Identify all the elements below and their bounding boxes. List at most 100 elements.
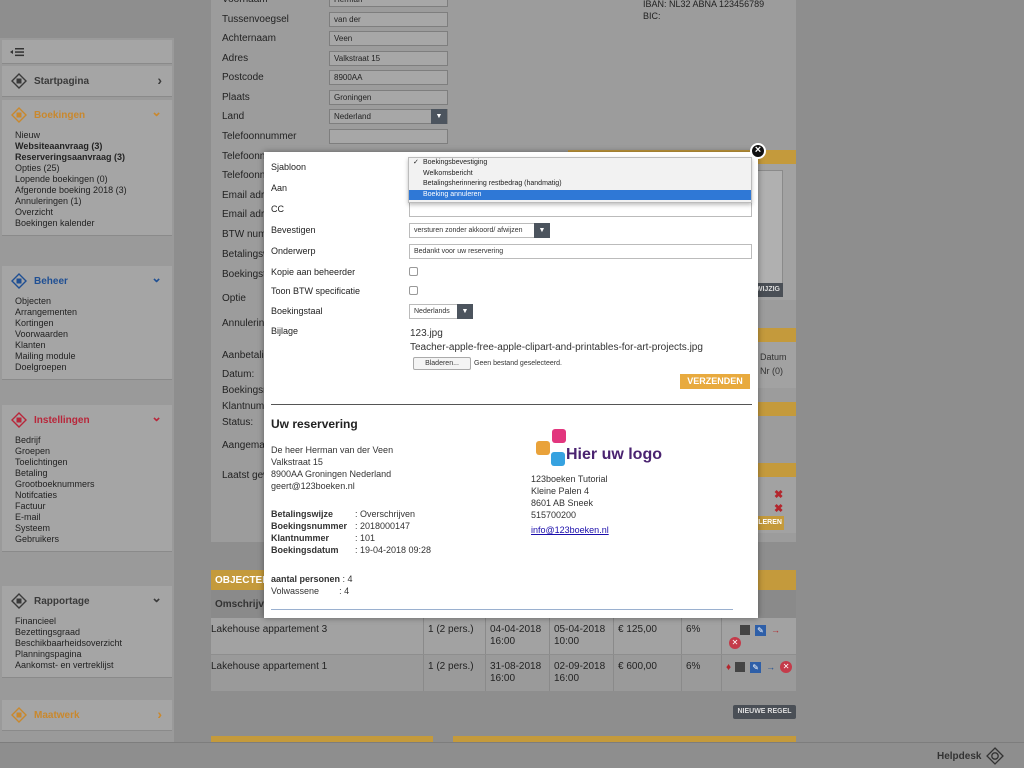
- kopie-checkbox[interactable]: [409, 267, 418, 276]
- sidebar-item[interactable]: Afgeronde boeking 2018 (3): [15, 185, 172, 196]
- table-row[interactable]: Lakehouse appartement 1 1 (2 pers.) 31-08-…: [211, 655, 796, 691]
- form-input[interactable]: 8900AA: [329, 70, 448, 85]
- onderwerp-input[interactable]: Bedankt voor uw reservering: [409, 244, 752, 259]
- arrow-right-icon[interactable]: →: [766, 662, 775, 672]
- copy-icon[interactable]: [740, 625, 750, 636]
- form-input[interactable]: Veen: [329, 31, 448, 46]
- table-cell-text: 1 (2 pers.): [428, 661, 474, 672]
- bevestigen-select[interactable]: versturen zonder akkoord/ afwijzen ▼: [409, 223, 550, 238]
- sidebar-item[interactable]: Opties (25): [15, 163, 172, 174]
- send-button[interactable]: VERZENDEN: [680, 374, 750, 389]
- sjabloon-dropdown[interactable]: ✓ Boekingsbevestiging Welkomsbericht Betali…: [408, 157, 752, 203]
- form-input[interactable]: Nederland ▼: [329, 109, 448, 124]
- dropdown-option[interactable]: Betalingsherinnering restbedrag (handmat…: [409, 179, 751, 190]
- copy-icon[interactable]: [735, 662, 746, 673]
- dropdown-option[interactable]: ✓ Boekingsbevestiging: [409, 158, 751, 169]
- table-cell: 05-04-2018 10:00: [549, 618, 613, 654]
- chevron-down-icon[interactable]: ▼: [534, 223, 550, 238]
- company-email-link[interactable]: info@123boeken.nl: [531, 525, 609, 535]
- sidebar-item[interactable]: Factuur: [15, 501, 172, 512]
- sidebar-item[interactable]: Bedrijf: [15, 435, 172, 446]
- attachment-1[interactable]: 123.jpg: [410, 328, 443, 339]
- attachment-2[interactable]: Teacher-apple-free-apple-clipart-and-pri…: [410, 342, 703, 353]
- chevron-down-icon[interactable]: ▼: [457, 304, 473, 319]
- bijlage-label: Bijlage: [271, 326, 299, 336]
- chevron-down-icon[interactable]: ⌄: [151, 409, 162, 425]
- sidebar-section-header[interactable]: Rapportage ⌄: [2, 586, 172, 616]
- sidebar-item[interactable]: Financieel: [15, 616, 172, 627]
- taal-select[interactable]: Nederlands ▼: [409, 304, 473, 319]
- collapse-menu-icon[interactable]: [10, 47, 24, 57]
- table-cell: 6%: [681, 655, 721, 691]
- sidebar-item[interactable]: Mailing module: [15, 351, 172, 362]
- sidebar-item[interactable]: Systeem: [15, 523, 172, 534]
- chevron-down-icon[interactable]: ⌄: [151, 590, 162, 606]
- remove-icon[interactable]: ✕: [729, 637, 741, 649]
- sidebar-item[interactable]: Doelgroepen: [15, 362, 172, 373]
- sidebar-item[interactable]: Beschikbaarheidsoverzicht: [15, 638, 172, 649]
- dropdown-option[interactable]: Welkomsbericht: [409, 169, 751, 180]
- delete-icon[interactable]: ✖: [774, 488, 783, 501]
- sidebar-item[interactable]: Websiteaanvraag (3): [15, 141, 172, 152]
- table-row[interactable]: Lakehouse appartement 3 1 (2 pers.) 04-04-…: [211, 618, 796, 654]
- sidebar-item[interactable]: Nieuw: [15, 130, 172, 141]
- flag-icon[interactable]: ♦: [726, 662, 731, 673]
- sidebar-item[interactable]: Betaling: [15, 468, 172, 479]
- sidebar-section-header[interactable]: Boekingen ⌄: [2, 100, 172, 130]
- new-row-button[interactable]: NIEUWE REGEL: [733, 705, 796, 719]
- cc-input[interactable]: [409, 202, 752, 217]
- sidebar-item[interactable]: Groepen: [15, 446, 172, 457]
- btw-checkbox[interactable]: [409, 286, 418, 295]
- sidebar-item[interactable]: Lopende boekingen (0): [15, 174, 172, 185]
- delete-icon[interactable]: ✖: [774, 502, 783, 515]
- sidebar-toggle[interactable]: [2, 40, 172, 64]
- chevron-down-icon[interactable]: ▼: [431, 109, 447, 124]
- sidebar-item[interactable]: Reserveringsaanvraag (3): [15, 152, 172, 163]
- sidebar-item[interactable]: E-mail: [15, 512, 172, 523]
- sidebar-item[interactable]: Kortingen: [15, 318, 172, 329]
- edit-icon[interactable]: ✎: [755, 624, 766, 636]
- chevron-down-icon[interactable]: ⌄: [151, 270, 162, 286]
- form-label: Datum:: [222, 369, 255, 380]
- form-input[interactable]: Herman: [329, 0, 448, 7]
- sidebar-item[interactable]: Notifcaties: [15, 490, 172, 501]
- sidebar-item[interactable]: Planningspagina: [15, 649, 172, 660]
- sidebar-item[interactable]: Klanten: [15, 340, 172, 351]
- check-icon: ✓: [413, 159, 419, 166]
- chevron-down-icon[interactable]: ⌄: [151, 104, 162, 120]
- sidebar-item[interactable]: Objecten: [15, 296, 172, 307]
- remove-icon[interactable]: ✕: [780, 661, 793, 674]
- dropdown-option-label: Betalingsherinnering restbedrag (handmat…: [423, 180, 562, 187]
- chevron-right-icon[interactable]: ›: [157, 72, 162, 88]
- browse-button[interactable]: Bladeren...: [413, 357, 471, 370]
- notes-textarea[interactable]: [755, 170, 783, 285]
- sidebar-item[interactable]: Grootboeknummers: [15, 479, 172, 490]
- dropdown-option[interactable]: Boeking annuleren: [409, 189, 751, 200]
- sidebar-item[interactable]: Arrangementen: [15, 307, 172, 318]
- helpdesk-icon[interactable]: [986, 747, 1004, 765]
- sidebar-item[interactable]: Bezettingsgraad: [15, 627, 172, 638]
- table-cell: Lakehouse appartement 3: [211, 618, 423, 654]
- sidebar-item[interactable]: Gebruikers: [15, 534, 172, 545]
- sidebar-item[interactable]: Annuleringen (1): [15, 196, 172, 207]
- sidebar-item[interactable]: Overzicht: [15, 207, 172, 218]
- form-input[interactable]: Valkstraat 15: [329, 51, 448, 66]
- close-icon[interactable]: ×: [750, 143, 766, 159]
- sidebar-section-header[interactable]: Instellingen ⌄: [2, 405, 172, 435]
- sidebar-item[interactable]: Boekingen kalender: [15, 218, 172, 229]
- arrow-right-icon[interactable]: →: [771, 625, 780, 635]
- table-cell-text: Lakehouse appartement 1: [211, 661, 328, 672]
- form-input[interactable]: [329, 129, 448, 144]
- sidebar-section-header[interactable]: Beheer ⌄: [2, 266, 172, 296]
- sidebar-section-header[interactable]: Startpagina ›: [2, 66, 172, 96]
- sidebar-section-header[interactable]: Maatwerk ›: [2, 700, 172, 730]
- edit-icon[interactable]: ✎: [750, 661, 762, 673]
- maatwerk-icon: [11, 707, 27, 723]
- sidebar-item[interactable]: Toelichtingen: [15, 457, 172, 468]
- sidebar-item[interactable]: Voorwaarden: [15, 329, 172, 340]
- form-input[interactable]: van der: [329, 12, 448, 27]
- chevron-right-icon[interactable]: ›: [157, 706, 162, 722]
- helpdesk-link[interactable]: Helpdesk: [937, 751, 981, 762]
- form-input[interactable]: Groningen: [329, 90, 448, 105]
- sidebar-item[interactable]: Aankomst- en vertreklijst: [15, 660, 172, 671]
